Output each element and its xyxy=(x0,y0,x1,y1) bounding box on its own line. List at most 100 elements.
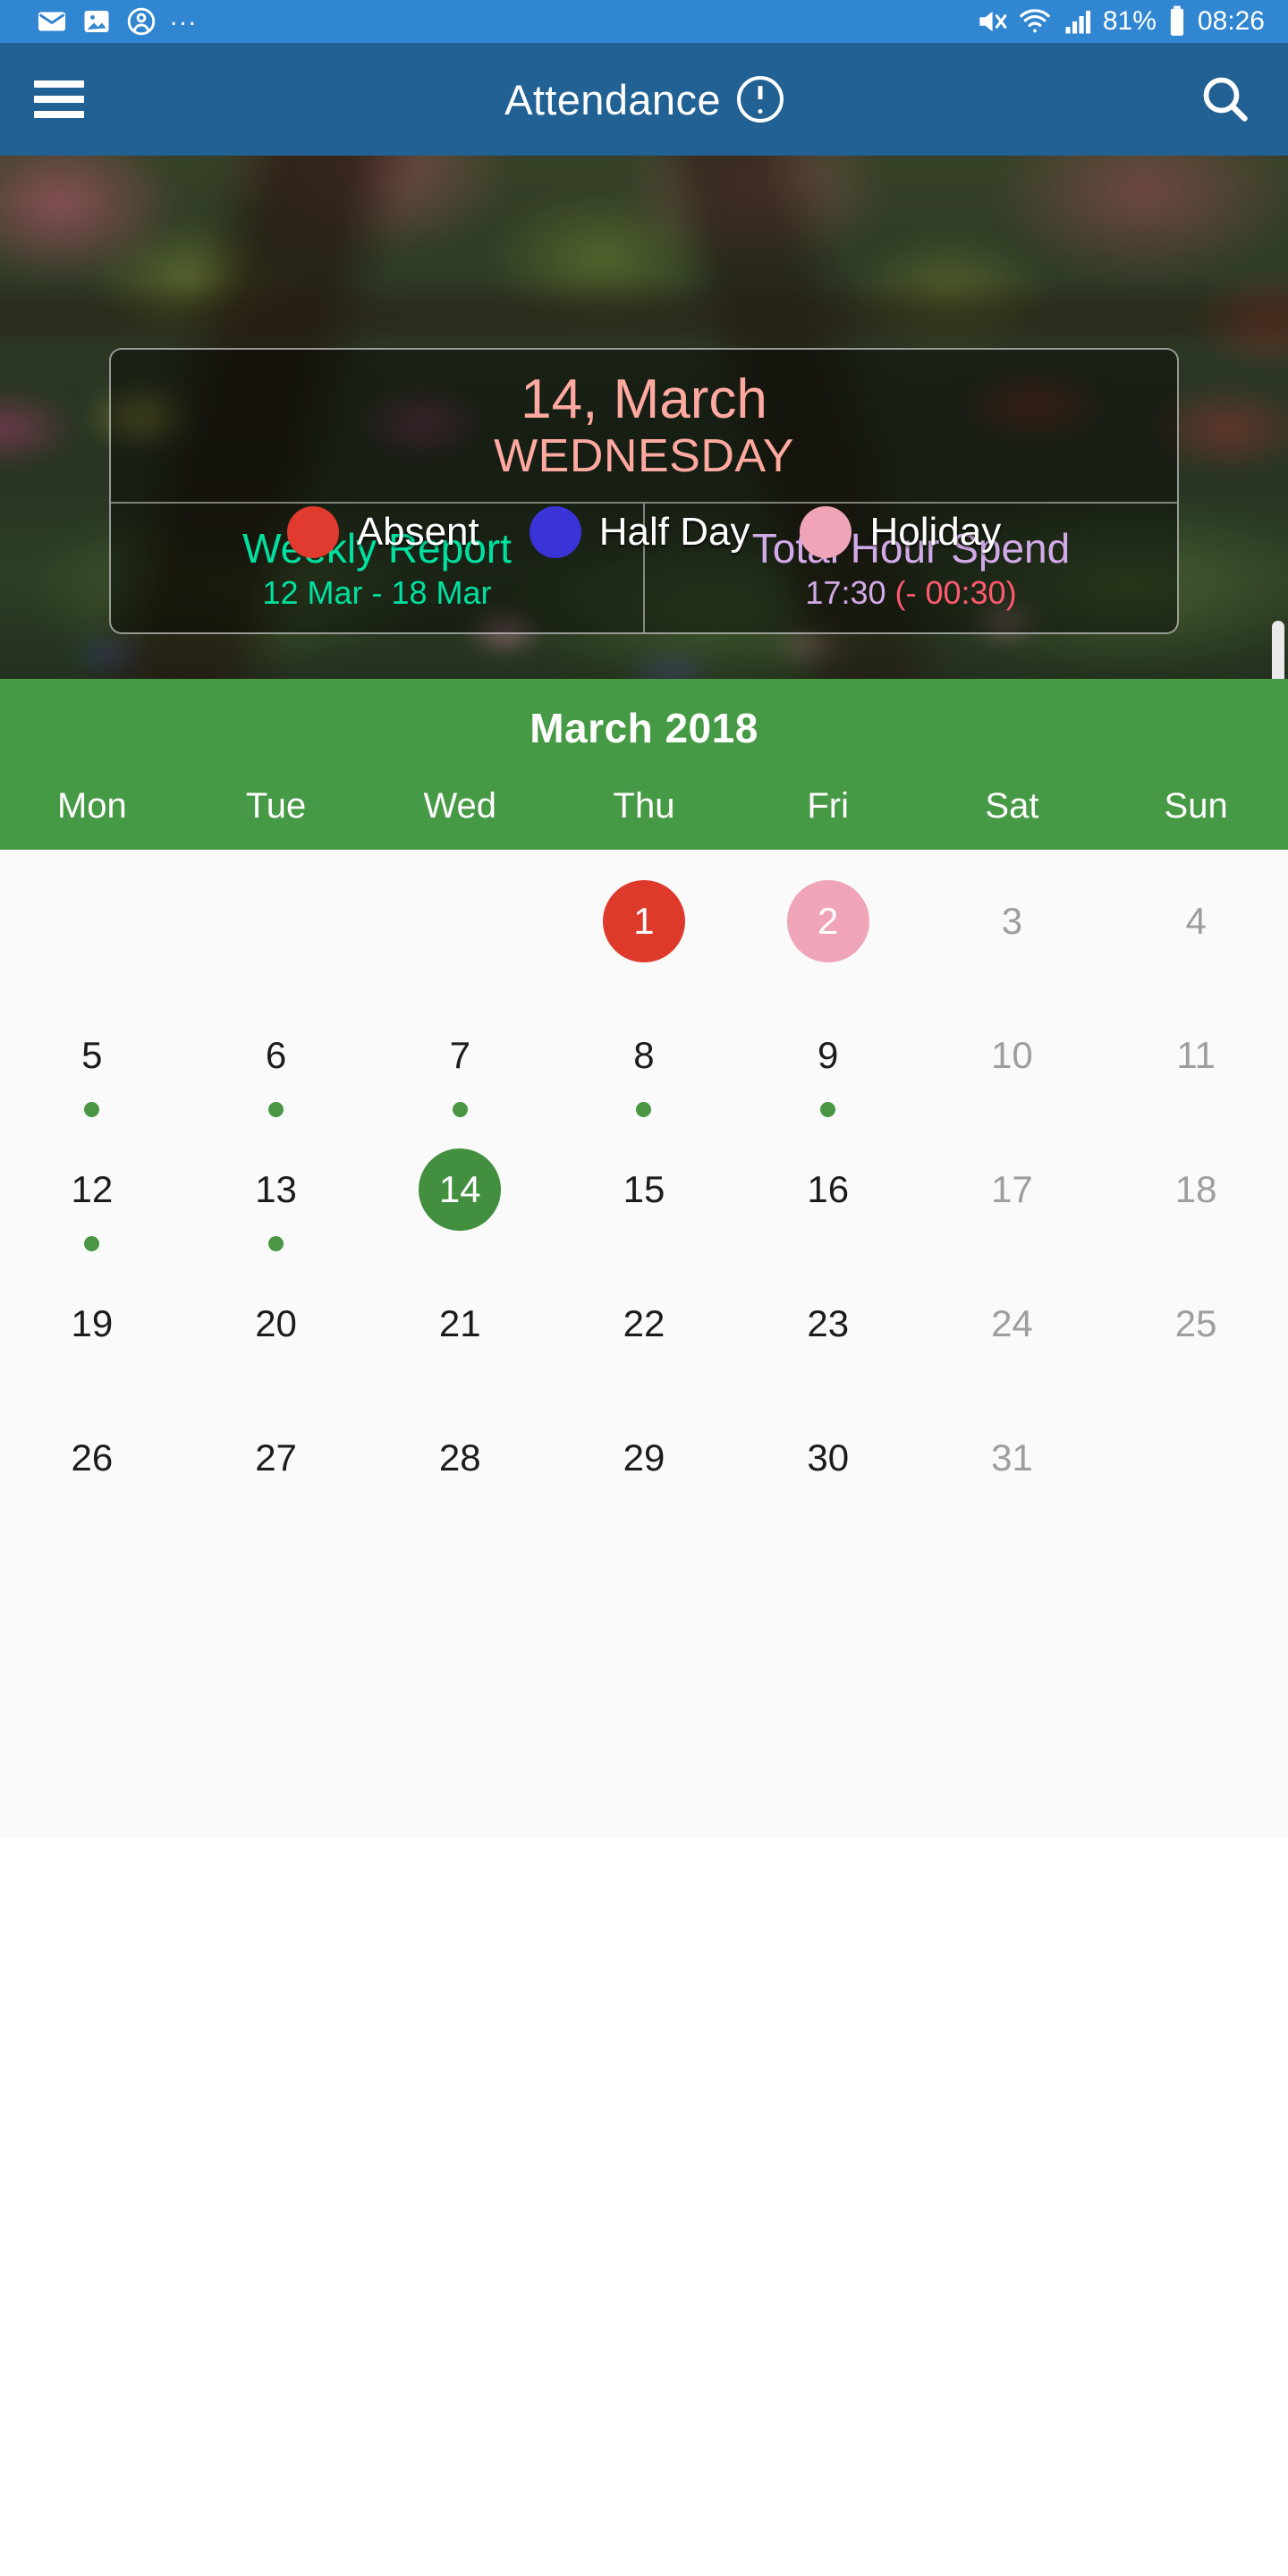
calendar-day-cell[interactable]: 19 xyxy=(0,1265,184,1399)
total-hours-value: 17:30 xyxy=(805,574,886,611)
hamburger-icon[interactable] xyxy=(34,80,84,118)
weekday-label-sun: Sun xyxy=(1164,786,1228,826)
calendar-day-cell[interactable]: 7 xyxy=(368,996,552,1131)
calendar-day-cell[interactable]: 30 xyxy=(736,1399,920,1533)
hamburger-bar xyxy=(34,96,84,103)
overflow-dots: ... xyxy=(170,2,199,31)
calendar-day-number: 20 xyxy=(255,1302,297,1344)
calendar-day-number: 27 xyxy=(255,1436,297,1479)
weekly-report-range: 12 Mar - 18 Mar xyxy=(262,574,492,611)
email-icon xyxy=(36,5,68,38)
calendar-day-cell[interactable]: 14 xyxy=(368,1131,552,1265)
legend-label: Absent xyxy=(356,510,479,554)
calendar-day-cell[interactable]: 10 xyxy=(920,996,1105,1131)
calendar-day-cell[interactable]: 5 xyxy=(0,996,184,1131)
calendar-day-cell[interactable]: 22 xyxy=(552,1265,736,1399)
calendar-day-cell[interactable]: 2 xyxy=(736,862,920,996)
attendance-marker-dot xyxy=(84,1236,100,1251)
calendar-day-cell[interactable]: 4 xyxy=(1104,862,1288,996)
calendar-weekday-row: Mon Tue Wed Thu Fri Sat Sun xyxy=(0,786,1288,850)
attendance-marker-dot xyxy=(820,1102,836,1117)
calendar-day-number: 1 xyxy=(602,880,685,962)
calendar-day-number xyxy=(51,880,133,962)
calendar-day-number: 10 xyxy=(991,1034,1033,1076)
app-bar: Attendance xyxy=(0,43,1288,156)
calendar-day-cell[interactable]: 11 xyxy=(1104,996,1288,1131)
app-bar-title-group: Attendance xyxy=(0,75,1288,124)
calendar-day-number: 11 xyxy=(1176,1034,1216,1076)
attendance-marker-dot xyxy=(84,1102,100,1117)
calendar-week-row: 1 2 3 4 xyxy=(0,862,1288,996)
calendar-grid: 1 2 3 4 5 6 7 8 9 10 11 12 13 14 15 16 17 18 19 20 21 22 23 24 2… xyxy=(0,850,1288,1837)
weekday-label-fri: Fri xyxy=(807,786,850,826)
calendar-day-number: 25 xyxy=(1174,1302,1217,1344)
calendar-day-cell[interactable]: 29 xyxy=(552,1399,736,1533)
calendar-day-cell[interactable]: 13 xyxy=(184,1131,369,1265)
search-icon[interactable] xyxy=(1197,71,1254,128)
calendar-day-number: 26 xyxy=(71,1436,114,1479)
signal-icon xyxy=(1062,5,1094,38)
attendance-marker-dot xyxy=(636,1102,652,1117)
calendar-day-cell[interactable]: 20 xyxy=(184,1265,369,1399)
calendar-day-number: 28 xyxy=(438,1436,481,1479)
calendar-day-cell[interactable]: 15 xyxy=(552,1131,736,1265)
calendar-day-cell[interactable]: 17 xyxy=(920,1131,1105,1265)
summary-card[interactable]: 14, March WEDNESDAY Weekly Report 12 Mar… xyxy=(109,348,1179,634)
calendar-empty-cell xyxy=(1104,1399,1288,1533)
date-display: 14, March WEDNESDAY xyxy=(111,350,1177,504)
status-bar-right: 81% 08:26 xyxy=(974,4,1265,38)
mute-icon xyxy=(974,4,1008,38)
calendar-day-number xyxy=(1155,1417,1237,1499)
calendar-day-cell[interactable]: 25 xyxy=(1104,1265,1288,1399)
absent-color-dot xyxy=(286,506,339,558)
calendar-day-cell[interactable]: 6 xyxy=(184,996,369,1131)
calendar-day-number xyxy=(235,880,318,962)
calendar-day-number xyxy=(419,880,501,962)
attendance-marker-dot xyxy=(268,1102,284,1117)
calendar-day-number: 18 xyxy=(1174,1168,1217,1210)
calendar-empty-cell xyxy=(0,862,184,996)
calendar-day-number: 31 xyxy=(991,1436,1033,1479)
calendar-day-number: 23 xyxy=(807,1302,850,1344)
calendar-day-number: 30 xyxy=(807,1436,850,1479)
status-legend: Absent Half Day Holiday xyxy=(0,506,1288,558)
calendar-day-cell[interactable]: 8 xyxy=(552,996,736,1131)
legend-label: Holiday xyxy=(869,510,1002,554)
status-bar: ... 81% 08:26 xyxy=(0,0,1288,43)
calendar-day-number: 6 xyxy=(265,1034,287,1076)
weekday-label-thu: Thu xyxy=(613,786,675,826)
calendar-day-cell[interactable]: 28 xyxy=(368,1399,552,1533)
calendar-day-number: 13 xyxy=(255,1168,297,1210)
calendar-day-cell[interactable]: 1 xyxy=(552,862,736,996)
exclamation-circle-icon[interactable] xyxy=(736,76,784,123)
calendar-day-cell[interactable]: 27 xyxy=(184,1399,369,1533)
battery-percent-label: 81% xyxy=(1102,6,1157,36)
calendar-day-number: 21 xyxy=(438,1302,481,1344)
calendar-day-number: 15 xyxy=(623,1168,665,1210)
calendar-day-cell[interactable]: 18 xyxy=(1104,1131,1288,1265)
calendar-day-number: 8 xyxy=(633,1034,655,1076)
attendance-marker-dot xyxy=(452,1102,468,1117)
weekday-label-sat: Sat xyxy=(985,786,1039,826)
calendar-day-cell[interactable]: 12 xyxy=(0,1131,184,1265)
calendar-week-row: 26 27 28 29 30 31 xyxy=(0,1399,1288,1533)
calendar-day-cell[interactable]: 23 xyxy=(736,1265,920,1399)
calendar-day-cell[interactable]: 31 xyxy=(920,1399,1105,1533)
calendar-day-cell[interactable]: 16 xyxy=(736,1131,920,1265)
calendar-day-cell[interactable]: 21 xyxy=(368,1265,552,1399)
calendar-header: March 2018 Mon Tue Wed Thu Fri Sat Sun xyxy=(0,679,1288,850)
calendar-day-cell[interactable]: 3 xyxy=(920,862,1105,996)
half-day-color-dot xyxy=(529,506,581,558)
hero-scrollbar[interactable] xyxy=(1272,621,1284,679)
calendar-day-number: 4 xyxy=(1185,900,1207,942)
calendar-day-number: 5 xyxy=(81,1034,103,1076)
calendar-day-cell[interactable]: 26 xyxy=(0,1399,184,1533)
page-title: Attendance xyxy=(504,75,721,123)
calendar-day-cell[interactable]: 24 xyxy=(920,1265,1105,1399)
calendar-day-number: 24 xyxy=(991,1302,1033,1344)
calendar-week-row: 12 13 14 15 16 17 18 xyxy=(0,1131,1288,1265)
attendance-marker-dot xyxy=(268,1236,284,1251)
calendar-day-number: 22 xyxy=(623,1302,665,1344)
calendar-day-cell[interactable]: 9 xyxy=(736,996,920,1131)
selected-weekday-label: WEDNESDAY xyxy=(494,430,794,482)
